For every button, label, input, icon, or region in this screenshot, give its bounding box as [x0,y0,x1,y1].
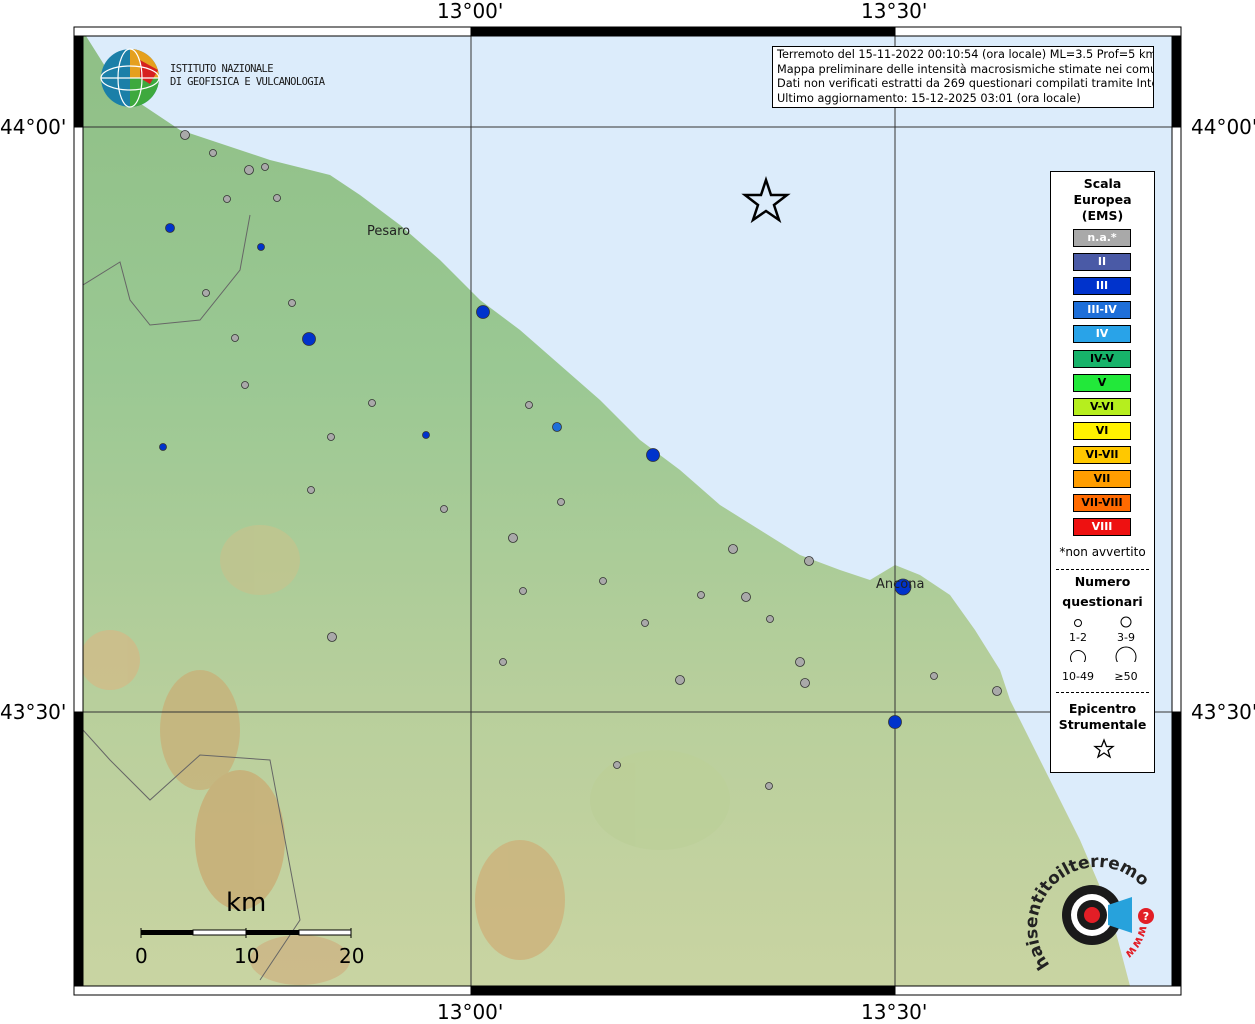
intensity-marker [646,448,660,462]
intensity-marker [795,657,805,667]
intensity-marker [440,505,448,513]
intensity-marker [327,632,337,642]
lon-label-bottom-1300: 13°00' [437,1000,504,1024]
epicenter-title-line-2: Strumentale [1058,717,1147,732]
info-line-2: Mappa preliminare delle intensità macros… [777,62,1154,76]
lat-label-right-4400: 44°00' [1191,115,1255,139]
legend-swatch-iii: III [1073,277,1131,296]
intensity-marker [223,195,231,203]
size-title-line-2: questionari [1062,594,1143,609]
intensity-marker [741,592,751,602]
legend-swatch-ivv: IV-V [1073,349,1131,368]
intensity-marker [804,556,814,566]
intensity-marker [557,498,565,506]
legend-title-line-2: Europea [1073,192,1132,207]
size-label-50: ≥50 [1114,670,1138,683]
size-label-1-2: 1-2 [1069,631,1087,644]
legend-note: *non avvertito [1059,545,1146,559]
legend-swatch-na: n.a.* [1073,229,1131,247]
intensity-marker [525,401,533,409]
legend-swatch-ii: II [1073,253,1131,272]
city-label-pesaro: Pesaro [367,224,411,239]
legend-swatch-iiiiv: III-IV [1073,301,1131,320]
intensity-marker [241,381,249,389]
size-label-3-9: 3-9 [1117,631,1135,644]
legend-title-line-1: Scala [1083,176,1122,191]
intensity-marker [165,223,175,233]
info-line-4: Ultimo aggiornamento: 15-12-2025 03:01 (… [777,91,1081,105]
scale-tick-0: 0 [135,944,148,968]
intensity-marker [888,715,902,729]
legend-swatch-vivii: VI-VII [1073,445,1131,464]
scale-tick-10: 10 [234,944,260,968]
legend-separator [1056,692,1149,693]
intensity-marker [231,334,239,342]
legend-title-line-3: (EMS) [1081,208,1124,223]
info-line-1: Terremoto del 15-11-2022 00:10:54 (ora l… [777,48,1154,61]
intensity-marker [697,591,705,599]
size-label-10-49: 10-49 [1062,670,1094,683]
intensity-marker [302,332,316,346]
legend-swatch-v: V [1073,373,1131,392]
scale-tick-20: 20 [339,944,365,968]
lon-label-bottom-1330: 13°30' [861,1000,928,1024]
intensity-marker [476,305,490,319]
ingv-globe-logo [100,48,160,108]
institute-line-1: ISTITUTO NAZIONALE [170,63,274,75]
info-line-3: Dati non verificati estratti da 269 ques… [777,77,1154,91]
institute-name: ISTITUTO NAZIONALE DI GEOFISICA E VULCAN… [170,63,325,89]
intensity-marker [499,658,507,666]
lon-label-top-1300: 13°00' [437,0,504,23]
intensity-marker [613,761,621,769]
intensity-marker [675,675,685,685]
intensity-marker [508,533,518,543]
legend-swatch-viii: VIII [1073,518,1131,537]
city-label-ancona: Ancona [876,577,925,592]
epicenter-title-line-1: Epicentro [1068,701,1137,716]
lon-label-top-1330: 13°30' [861,0,928,23]
intensity-marker [599,577,607,585]
legend-swatch-vii: VII [1073,470,1131,488]
legend-separator [1056,569,1149,570]
intensity-marker [930,672,938,680]
lat-label-right-4330: 43°30' [1191,700,1255,724]
intensity-marker [728,544,738,554]
svg-text:?: ? [1143,910,1149,923]
intensity-marker [765,782,773,790]
legend-star-icon [1093,738,1115,759]
legend-swatch-vvi: V-VI [1073,397,1131,416]
intensity-marker [261,163,269,171]
intensity-marker [180,130,190,140]
intensity-marker [244,165,254,175]
intensity-marker [368,399,376,407]
lat-label-left-4330: 43°30' [0,700,67,724]
intensity-marker [641,619,649,627]
legend-swatch-iv: IV [1073,325,1131,344]
intensity-marker [552,422,562,432]
intensity-marker [422,431,430,439]
scale-unit: km [226,888,267,918]
lat-label-left-4400: 44°00' [0,115,67,139]
intensity-marker [288,299,296,307]
legend-swatch-viiviii: VII-VIII [1073,494,1131,513]
intensity-marker [307,486,315,494]
intensity-marker [273,194,281,202]
intensity-marker [159,443,167,451]
intensity-marker [202,289,210,297]
intensity-marker [766,615,774,623]
intensity-marker [519,587,527,595]
event-info-box: Terremoto del 15-11-2022 00:10:54 (ora l… [772,46,1154,108]
intensity-legend: Scala Europea (EMS) n.a.* II III III-IV IV IV… [1050,171,1155,773]
intensity-marker [327,433,335,441]
intensity-marker [800,678,810,688]
intensity-marker [992,686,1002,696]
intensity-marker [209,149,217,157]
size-title-line-1: Numero [1074,574,1131,589]
intensity-marker [257,243,265,251]
institute-line-2: DI GEOFISICA E VULCANOLOGIA [170,76,325,88]
legend-swatch-vi: VI [1073,421,1131,440]
